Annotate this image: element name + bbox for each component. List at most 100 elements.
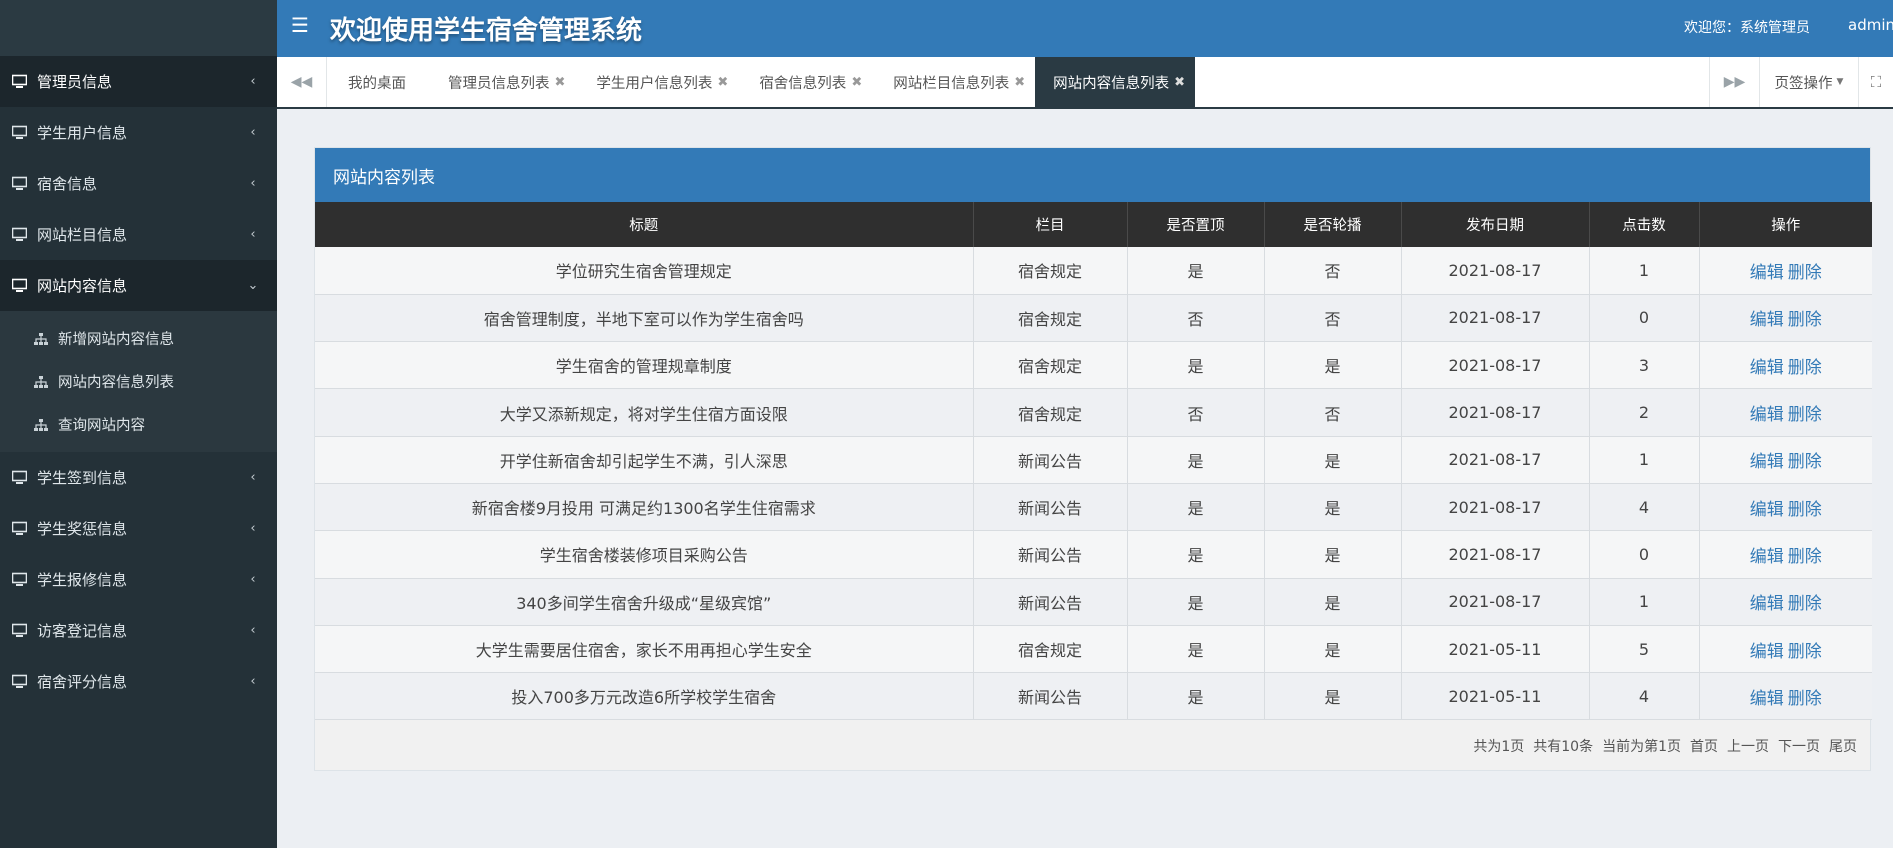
- column-header-top: 是否置顶: [1127, 202, 1265, 247]
- submenu-item-add-content[interactable]: 新增网站内容信息: [0, 317, 277, 360]
- close-icon[interactable]: ✖: [1174, 75, 1185, 90]
- close-icon[interactable]: ✖: [851, 75, 862, 90]
- edit-link[interactable]: 编辑: [1750, 405, 1784, 425]
- close-icon[interactable]: ✖: [717, 75, 728, 90]
- sidebar-item-dorm-rating-info[interactable]: 宿舍评分信息 ‹: [0, 656, 277, 707]
- cell-carousel: 是: [1264, 530, 1402, 579]
- sitemap-icon: [34, 332, 48, 346]
- edit-link[interactable]: 编辑: [1750, 594, 1784, 614]
- tab-label: 网站内容信息列表: [1053, 75, 1170, 92]
- tab-my-desktop[interactable]: 我的桌面: [327, 57, 427, 107]
- tab-site-column-list[interactable]: 网站栏目信息列表 ✖: [872, 57, 1035, 107]
- submenu-item-query-content[interactable]: 查询网站内容: [0, 403, 277, 446]
- delete-link[interactable]: 删除: [1788, 452, 1822, 472]
- pagination-prev-link[interactable]: 上一页: [1727, 736, 1769, 756]
- tab-student-user-list[interactable]: 学生用户信息列表 ✖: [575, 57, 738, 107]
- cell-clicks: 0: [1589, 530, 1700, 579]
- cell-date: 2021-08-17: [1401, 294, 1590, 343]
- delete-link[interactable]: 删除: [1788, 405, 1822, 425]
- delete-link[interactable]: 删除: [1788, 594, 1822, 614]
- submenu-item-label: 查询网站内容: [58, 418, 145, 434]
- pagination-current-page: 当前为第1页: [1602, 739, 1681, 756]
- sidebar-item-student-reward-info[interactable]: 学生奖惩信息 ‹: [0, 503, 277, 554]
- cell-clicks: 1: [1589, 247, 1700, 295]
- user-menu[interactable]: admin: [1848, 16, 1893, 34]
- chevron-left-icon: ‹: [250, 176, 256, 191]
- sidebar-item-student-checkin-info[interactable]: 学生签到信息 ‹: [0, 452, 277, 503]
- sidebar-item-student-user-info[interactable]: 学生用户信息 ‹: [0, 107, 277, 158]
- cell-carousel: 是: [1264, 483, 1402, 532]
- cell-title: 学生宿舍楼装修项目采购公告: [315, 530, 974, 579]
- tab-site-content-list[interactable]: 网站内容信息列表 ✖: [1035, 57, 1196, 107]
- table-body: 学位研究生宿舍管理规定 宿舍规定是否 2021-08-17 1 编辑 删除 宿舍管理制度，半…: [315, 247, 1872, 721]
- pagination-next-link[interactable]: 下一页: [1778, 736, 1820, 756]
- cell-actions: 编辑 删除: [1699, 578, 1872, 626]
- table-header-row: 标题 栏目 是否置顶 是否轮播 发布日期 点击数 操作: [315, 202, 1872, 247]
- delete-link[interactable]: 删除: [1788, 358, 1822, 378]
- close-icon[interactable]: ✖: [555, 75, 566, 90]
- tab-label: 宿舍信息列表: [759, 75, 847, 92]
- cell-clicks: 0: [1589, 294, 1700, 343]
- sidebar-item-label: 学生报修信息: [37, 571, 128, 589]
- cell-date: 2021-08-17: [1401, 247, 1590, 295]
- menu-toggle-icon[interactable]: ☰: [291, 13, 309, 37]
- sidebar-logo-area: [0, 0, 277, 56]
- delete-link[interactable]: 删除: [1788, 310, 1822, 330]
- cell-category: 宿舍规定: [973, 388, 1128, 437]
- tab-scroll-right-button[interactable]: ▶▶: [1709, 57, 1759, 107]
- sidebar-item-student-repair-info[interactable]: 学生报修信息 ‹: [0, 554, 277, 605]
- delete-link[interactable]: 删除: [1788, 642, 1822, 662]
- edit-link[interactable]: 编辑: [1750, 642, 1784, 662]
- table-row: 新宿舍楼9月投用 可满足约1300名学生住宿需求 新闻公告是是 2021-08-17…: [315, 483, 1872, 532]
- sidebar-item-admin-info[interactable]: 管理员信息 ‹: [0, 56, 277, 107]
- submenu-item-content-list[interactable]: 网站内容信息列表: [0, 360, 277, 403]
- cell-carousel: 是: [1264, 341, 1402, 390]
- edit-link[interactable]: 编辑: [1750, 689, 1784, 709]
- delete-link[interactable]: 删除: [1788, 689, 1822, 709]
- edit-link[interactable]: 编辑: [1750, 310, 1784, 330]
- sidebar-item-dorm-info[interactable]: 宿舍信息 ‹: [0, 158, 277, 209]
- backward-icon: ◀◀: [290, 74, 313, 90]
- edit-link[interactable]: 编辑: [1750, 358, 1784, 378]
- edit-link[interactable]: 编辑: [1750, 500, 1784, 520]
- table-row: 学生宿舍楼装修项目采购公告 新闻公告是是 2021-08-17 0 编辑 删除: [315, 530, 1872, 579]
- cell-actions: 编辑 删除: [1699, 672, 1872, 721]
- cell-actions: 编辑 删除: [1699, 388, 1872, 437]
- cell-top: 是: [1127, 530, 1265, 579]
- pagination-first-link[interactable]: 首页: [1690, 736, 1718, 756]
- cell-top: 是: [1127, 483, 1265, 532]
- tab-bar: ◀◀ 我的桌面 管理员信息列表 ✖ 学生用户信息列表 ✖ 宿舍信息列表 ✖ 网站…: [277, 57, 1893, 109]
- table-row: 大学又添新规定，将对学生住宿方面设限 宿舍规定否否 2021-08-17 2 编辑 删除: [315, 388, 1872, 437]
- edit-link[interactable]: 编辑: [1750, 452, 1784, 472]
- pagination-last-link[interactable]: 尾页: [1829, 736, 1857, 756]
- delete-link[interactable]: 删除: [1788, 500, 1822, 520]
- delete-link[interactable]: 删除: [1788, 547, 1822, 567]
- delete-link[interactable]: 删除: [1788, 263, 1822, 283]
- sidebar-item-label: 学生签到信息: [37, 469, 128, 487]
- cell-top: 是: [1127, 436, 1265, 484]
- fullscreen-icon[interactable]: ⛶: [1859, 57, 1893, 107]
- tab-admin-list[interactable]: 管理员信息列表 ✖: [427, 57, 575, 107]
- cell-clicks: 3: [1589, 341, 1700, 390]
- cell-actions: 编辑 删除: [1699, 341, 1872, 390]
- edit-link[interactable]: 编辑: [1750, 263, 1784, 283]
- sidebar-item-site-column-info[interactable]: 网站栏目信息 ‹: [0, 209, 277, 260]
- pagination-total-records: 共有10条: [1533, 739, 1594, 756]
- tab-dorm-list[interactable]: 宿舍信息列表 ✖: [738, 57, 872, 107]
- cell-actions: 编辑 删除: [1699, 625, 1872, 674]
- tab-label: 学生用户信息列表: [596, 75, 713, 92]
- sidebar-item-visitor-info[interactable]: 访客登记信息 ‹: [0, 605, 277, 656]
- chevron-left-icon: ‹: [250, 470, 256, 485]
- cell-top: 否: [1127, 294, 1265, 343]
- submenu-item-label: 网站内容信息列表: [58, 375, 174, 391]
- table-row: 大学生需要居住宿舍，家长不用再担心学生安全 宿舍规定是是 2021-05-11 5 编辑…: [315, 625, 1872, 674]
- tab-scroll-left-button[interactable]: ◀◀: [277, 57, 327, 107]
- tab-operations-dropdown[interactable]: 页签操作 ▼: [1759, 57, 1859, 107]
- chevron-left-icon: ‹: [250, 623, 256, 638]
- edit-link[interactable]: 编辑: [1750, 547, 1784, 567]
- close-icon[interactable]: ✖: [1014, 75, 1025, 90]
- cell-category: 新闻公告: [973, 483, 1128, 532]
- cell-clicks: 4: [1589, 483, 1700, 532]
- sidebar-item-label: 宿舍信息: [37, 175, 98, 193]
- sidebar-item-site-content-info[interactable]: 网站内容信息 ⌄: [0, 260, 277, 311]
